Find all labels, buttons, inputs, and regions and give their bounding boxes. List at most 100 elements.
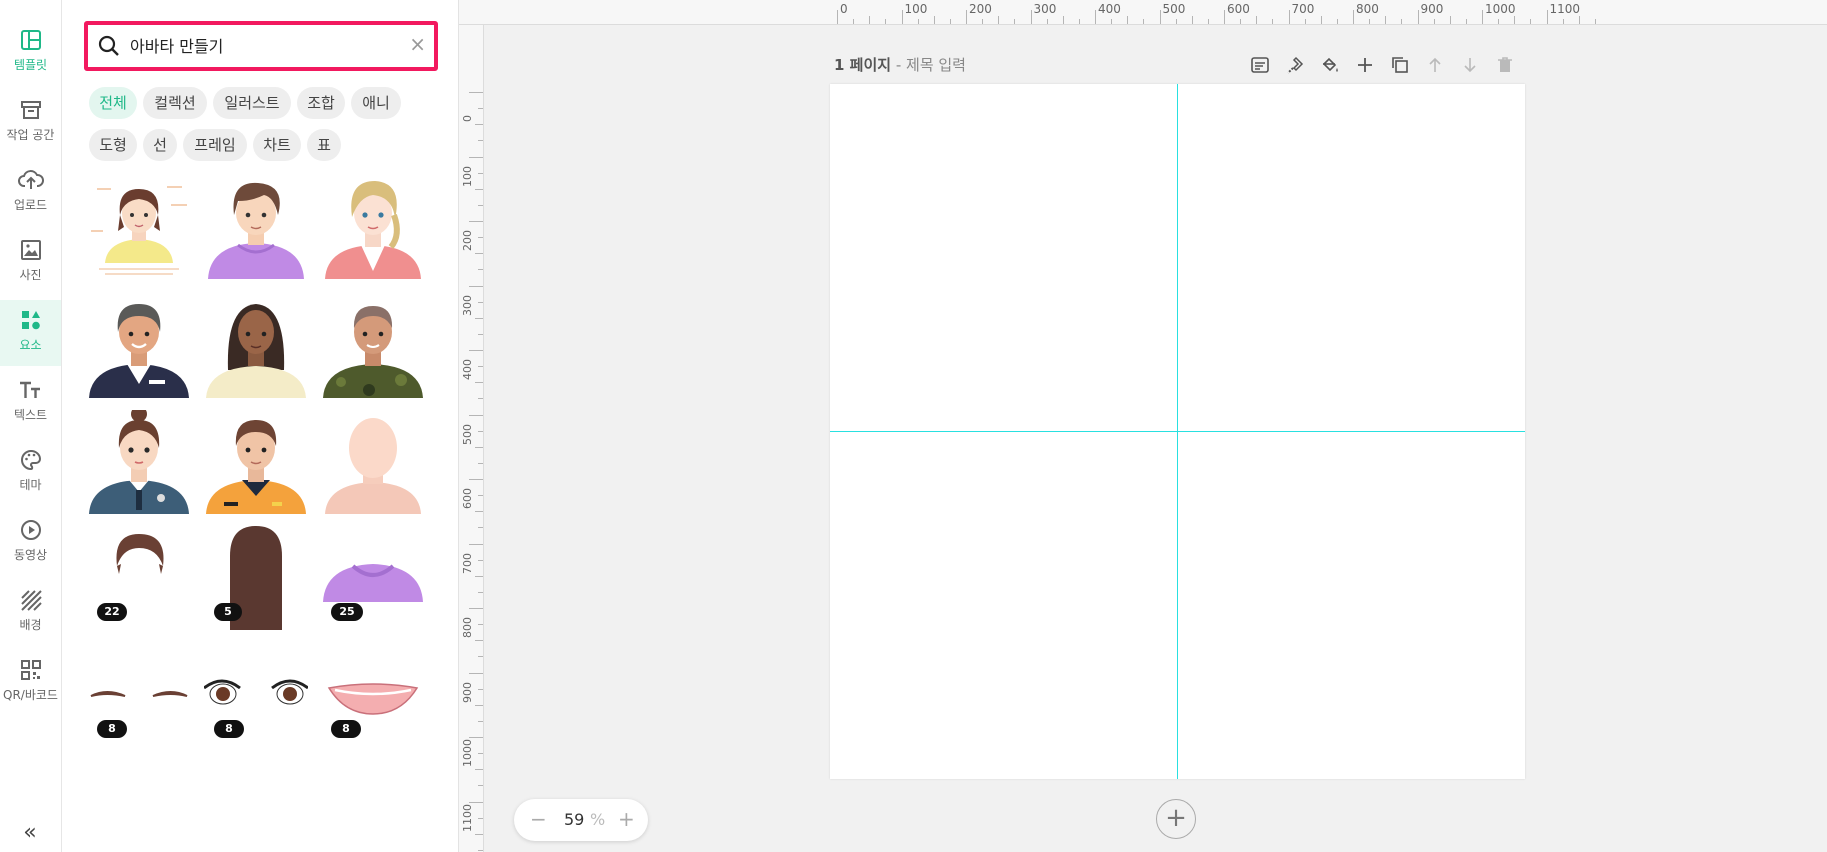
avatar-girl-sketch-thumbnail[interactable] (87, 175, 191, 279)
avatar-woman-dark-hair-thumbnail[interactable] (204, 294, 308, 398)
nav-text[interactable]: 텍스트 (0, 370, 61, 436)
filter-chip-animation[interactable]: 애니 (351, 87, 401, 119)
ruler-minor-tick (1465, 19, 1467, 24)
nav-qr[interactable]: QR/바코드 (0, 650, 61, 716)
zoom-in-button[interactable]: + (618, 807, 635, 831)
ruler-major-tick (1288, 10, 1290, 24)
filter-chip-table[interactable]: 표 (307, 129, 341, 161)
add-element-button[interactable] (1352, 52, 1378, 78)
ruler-minor-tick (933, 16, 935, 24)
ruler-major-tick (469, 608, 483, 609)
add-page-button[interactable]: + (1156, 799, 1196, 839)
ruler-minor-tick (478, 591, 483, 593)
ruler-minor-tick (1062, 16, 1064, 24)
ruler-label: 300 (461, 294, 474, 316)
background-color-button[interactable] (1317, 52, 1343, 78)
move-page-down-button[interactable] (1457, 52, 1483, 78)
ruler-minor-tick (475, 575, 483, 577)
filter-chip-all[interactable]: 전체 (89, 87, 137, 119)
delete-page-button[interactable] (1492, 52, 1518, 78)
ruler-major-tick (469, 543, 483, 545)
lips-thumbnail[interactable] (321, 660, 425, 720)
avatar-firefighter-thumbnail[interactable] (204, 410, 308, 514)
filter-chip-frame[interactable]: 프레임 (183, 129, 247, 161)
zoom-out-button[interactable]: − (530, 807, 547, 831)
ruler-minor-tick (475, 188, 483, 190)
nav-photos[interactable]: 사진 (0, 230, 61, 296)
nav-background[interactable]: 배경 (0, 580, 61, 646)
nav-workspace[interactable]: 작업 공간 (0, 90, 61, 156)
ruler-minor-tick (1191, 16, 1193, 24)
ruler-major-tick (469, 285, 483, 287)
ruler-minor-tick (869, 16, 871, 24)
collapse-nav-button[interactable]: « (12, 818, 48, 848)
avatar-blank-base-thumbnail[interactable] (321, 410, 425, 514)
clear-search-icon[interactable]: × (409, 32, 426, 56)
ruler-label: 0 (461, 115, 474, 122)
nav-elements[interactable]: 요소 (0, 300, 61, 366)
zoom-control: − 59 % + (514, 799, 648, 841)
filter-chip-illustration[interactable]: 일러스트 (213, 87, 291, 119)
nav-label: 작업 공간 (6, 128, 55, 142)
filter-chip-combo[interactable]: 조합 (297, 87, 345, 119)
ruler-minor-tick (885, 19, 887, 24)
variant-count-badge: 25 (331, 603, 363, 621)
avatar-police-woman-thumbnail[interactable] (87, 410, 191, 514)
avatar-boy-hoodie-thumbnail[interactable] (204, 175, 308, 279)
ruler-minor-tick (475, 382, 483, 384)
ruler-minor-tick (478, 849, 483, 851)
ruler-minor-tick (478, 140, 483, 142)
ruler-minor-tick (475, 704, 483, 706)
ruler-minor-tick (1369, 19, 1371, 24)
ruler-major-tick (1095, 10, 1096, 24)
filter-chip-line[interactable]: 선 (143, 129, 177, 161)
filter-chip-shape[interactable]: 도형 (89, 129, 137, 161)
arrow-down-icon (1464, 58, 1476, 73)
variant-count-badge: 8 (97, 720, 127, 738)
horizontal-center-guide (830, 431, 1525, 432)
filter-chip-collection[interactable]: 컬렉션 (143, 87, 207, 119)
avatar-soldier-thumbnail[interactable] (321, 294, 425, 398)
variant-count-badge: 22 (97, 603, 127, 621)
page-title[interactable]: 1 페이지 - 제목 입력 (834, 54, 966, 75)
ruler-minor-tick (478, 301, 483, 303)
ruler-minor-tick (478, 688, 483, 690)
ruler-minor-tick (478, 398, 483, 400)
ruler-minor-tick (949, 19, 951, 24)
ruler-minor-tick (1175, 19, 1177, 24)
search-input[interactable] (130, 33, 390, 57)
page-memo-button[interactable] (1247, 52, 1273, 78)
image-icon (20, 240, 41, 260)
ruler-major-tick (1224, 10, 1225, 24)
ruler-minor-tick (1498, 19, 1500, 24)
eyes-thumbnail[interactable] (204, 660, 308, 720)
note-icon (1251, 57, 1269, 73)
nav-label: 업로드 (13, 198, 48, 212)
avatar-blonde-woman-thumbnail[interactable] (321, 175, 425, 279)
nav-upload[interactable]: 업로드 (0, 160, 61, 226)
format-brush-button[interactable] (1282, 52, 1308, 78)
nav-label: 요소 (19, 338, 42, 352)
page-canvas[interactable] (830, 84, 1525, 779)
ruler-major-tick (1030, 10, 1032, 24)
nav-templates[interactable]: 템플릿 (0, 20, 61, 86)
avatar-man-vest-thumbnail[interactable] (87, 294, 191, 398)
filter-chip-chart[interactable]: 차트 (253, 129, 301, 161)
nav-theme[interactable]: 테마 (0, 440, 61, 506)
move-page-up-button[interactable] (1422, 52, 1448, 78)
ruler-minor-tick (1514, 16, 1516, 24)
duplicate-page-button[interactable] (1387, 52, 1413, 78)
ruler-minor-tick (1240, 19, 1242, 24)
paint-bucket-icon (1322, 57, 1338, 72)
search-box[interactable]: × (84, 21, 438, 71)
ruler-label: 300 (1033, 2, 1057, 16)
eyebrows-thumbnail[interactable] (87, 660, 191, 720)
nav-video[interactable]: 동영상 (0, 510, 61, 576)
ruler-minor-tick (478, 656, 483, 658)
zoom-value[interactable]: 59 (564, 810, 584, 829)
page-title-separator: - (891, 56, 907, 74)
ruler-minor-tick (853, 19, 855, 24)
page-title-placeholder[interactable]: 제목 입력 (906, 56, 966, 74)
ruler-label: 1000 (1485, 2, 1516, 16)
ruler-label: 500 (461, 423, 474, 445)
